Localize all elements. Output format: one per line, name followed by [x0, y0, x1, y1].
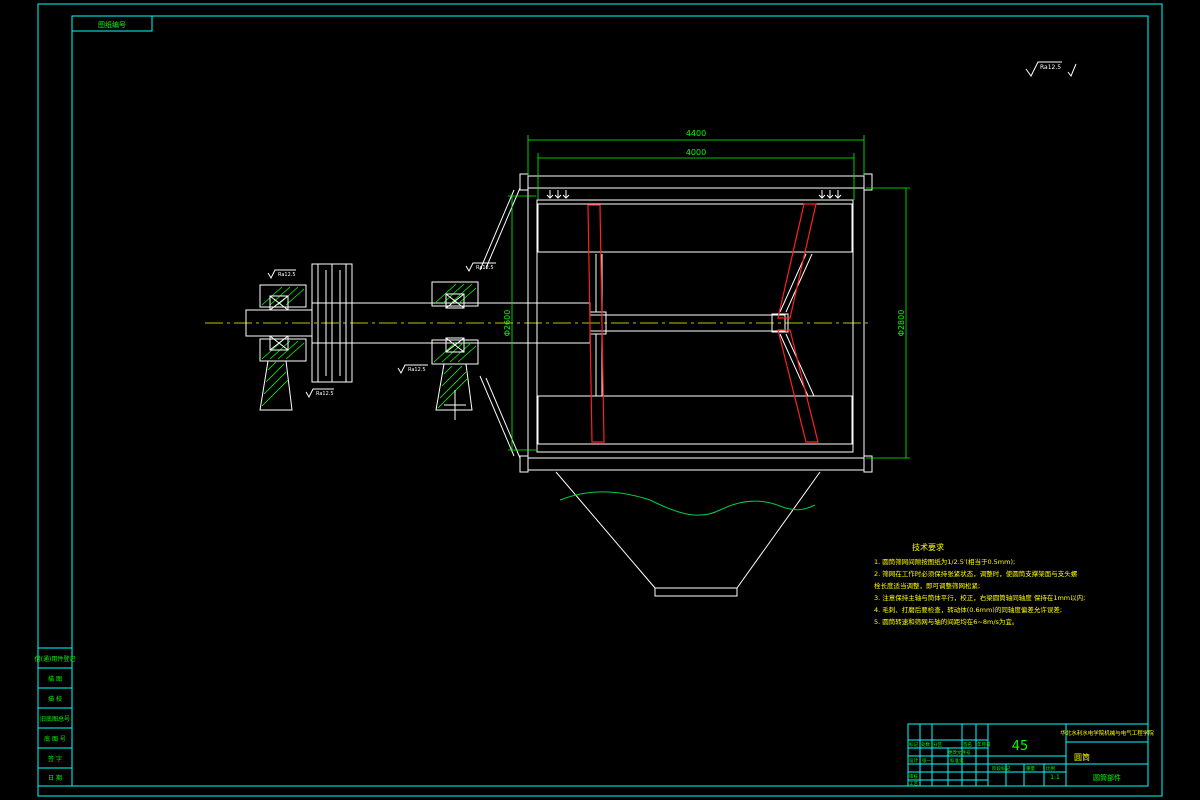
left-table-row: 日 期: [48, 774, 62, 782]
hopper-material-level: [559, 491, 816, 516]
left-registration-table: 借(通)用件登记 描 图 描 校 旧底图总号 底 图 号 签 字 日 期: [35, 647, 76, 787]
left-table-row: 借(通)用件登记: [35, 655, 76, 663]
title-sub-header: 阶段标记: [992, 765, 1010, 772]
roughness-mark-left-bottom: Ra12.5: [305, 388, 334, 399]
global-roughness-symbol: Ra12.5: [1025, 61, 1077, 77]
tech-note-line: 5. 圆筒转速和筛网与轴的间距均在6~8m/s为宜。: [874, 617, 1018, 626]
left-table-row: 旧底图总号: [40, 715, 70, 723]
drum-spokes: [595, 253, 815, 397]
left-table-row: 底 图 号: [44, 735, 66, 743]
title-scale: 1:1: [1050, 774, 1060, 781]
title-standard: 标准化: [950, 757, 964, 764]
left-bearing-housing: [259, 284, 307, 411]
title-row-label: 年月日: [977, 741, 991, 748]
title-part-name: 圆筒: [1074, 752, 1090, 762]
sheet-frame: [37, 3, 1163, 797]
roughness-mark-left-top: Ra12.5: [267, 269, 296, 280]
tech-note-line: 4. 毛刺、打磨后要检查，转动体(0.6mm)的同轴度偏差允许误差;: [874, 605, 1062, 614]
title-block: 45 华北水利水电学院机械与电气工程学院 圆筒 圆筒部件 1:1 标记 处数 分…: [907, 723, 1154, 787]
tech-note-line: 3. 注意保持主轴与筒体平行，校正，右梁圆筒轴同轴度 保持在1mm以内;: [874, 593, 1085, 602]
title-role: 审核: [909, 773, 918, 780]
corner-tag: 图纸编号: [71, 15, 153, 32]
dim-height-left: Φ2600: [503, 310, 512, 337]
title-row-label: 处数: [921, 741, 930, 748]
cad-drawing: 图纸编号 Ra12.5 4400 4000 Φ2600 Φ2800 Ra12.5…: [35, 3, 1163, 797]
roughness-mark-right-top: Ra12.5: [465, 262, 496, 273]
title-material: 45: [1012, 739, 1029, 754]
left-table-row: 签 字: [48, 755, 62, 763]
corner-tag-text: 图纸编号: [98, 20, 126, 29]
dim-height-right: Φ2800: [897, 310, 906, 337]
title-row-label: 分区: [933, 741, 942, 748]
title-designer: 张一: [922, 757, 931, 764]
technical-notes: 技术要求 1. 圆筒筛网间隙按图纸为1/2.5′(相当于0.5mm); 2. 筛…: [874, 542, 1085, 626]
svg-text:Ra12.5: Ra12.5: [278, 272, 296, 278]
title-role: 设计: [909, 757, 918, 764]
tech-note-line: 1. 圆筒筛网间隙按图纸为1/2.5′(相当于0.5mm);: [874, 557, 1015, 566]
title-row-label: 签名: [963, 741, 972, 748]
title-drawing-no: 圆筒部件: [1093, 773, 1121, 782]
spray-nozzles: [546, 190, 842, 199]
svg-text:Ra12.5: Ra12.5: [408, 367, 426, 373]
global-roughness-value: Ra12.5: [1040, 64, 1061, 71]
title-row-label: 标记: [909, 741, 918, 748]
tech-note-line: 2. 筛网在工作时必须保持张紧状态，调整时，使圆筒支撑架面与支头螺: [874, 569, 1078, 578]
title-role: 工艺: [909, 781, 918, 787]
title-sub-header: 重量: [1026, 765, 1035, 772]
roughness-mark-right-left: Ra12.5: [397, 364, 428, 375]
svg-text:Ra12.5: Ra12.5: [476, 265, 494, 271]
left-table-row: 描 图: [48, 675, 62, 683]
title-row-label: 更改文件号: [948, 749, 971, 756]
v-belt-pulley: [311, 263, 353, 383]
title-sub-header: 比例: [1046, 765, 1055, 772]
dimension-lines: [508, 135, 910, 459]
hopper: [555, 471, 821, 597]
svg-text:Ra12.5: Ra12.5: [316, 391, 334, 397]
title-school: 华北水利水电学院机械与电气工程学院: [1060, 729, 1154, 737]
left-table-row: 描 校: [48, 695, 62, 703]
tech-notes-title: 技术要求: [912, 542, 944, 552]
dim-inner-length: 4000: [686, 148, 706, 157]
tech-note-line: 栓长度适当调整，即可调整筛网松紧;: [874, 581, 980, 590]
dim-overall-length: 4400: [686, 129, 706, 138]
